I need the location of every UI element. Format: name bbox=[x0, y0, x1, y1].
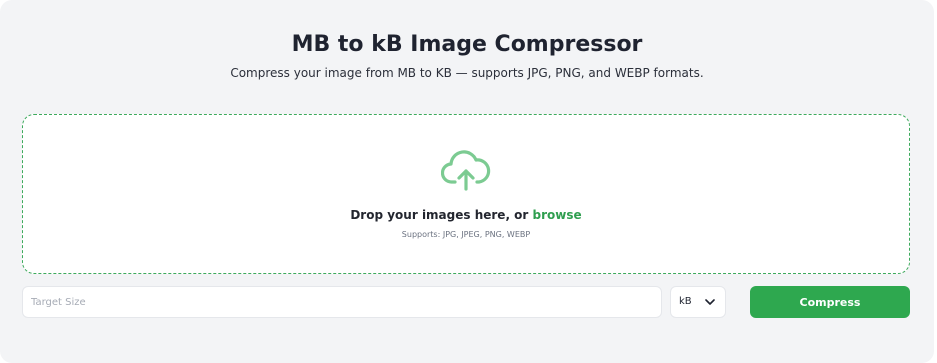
image-dropzone[interactable]: Drop your images here, or browse Support… bbox=[22, 114, 910, 274]
browse-link[interactable]: browse bbox=[533, 208, 582, 222]
unit-select-value: kB bbox=[679, 296, 692, 307]
page-subtitle: Compress your image from MB to KB — supp… bbox=[230, 66, 704, 80]
supported-formats-text: Supports: JPG, JPEG, PNG, WEBP bbox=[401, 230, 531, 239]
cloud-upload-icon bbox=[441, 150, 491, 191]
drop-prompt-text: Drop your images here, or bbox=[350, 208, 533, 222]
unit-select[interactable]: kB bbox=[670, 286, 726, 318]
drop-instructions: Drop your images here, or browse bbox=[23, 208, 909, 222]
compress-button[interactable]: Compress bbox=[750, 286, 910, 318]
compressor-panel: MB to kB Image Compressor Compress your … bbox=[0, 0, 934, 363]
page-title: MB to kB Image Compressor bbox=[291, 32, 643, 57]
chevron-down-icon bbox=[705, 299, 715, 305]
target-size-input[interactable] bbox=[22, 286, 662, 318]
